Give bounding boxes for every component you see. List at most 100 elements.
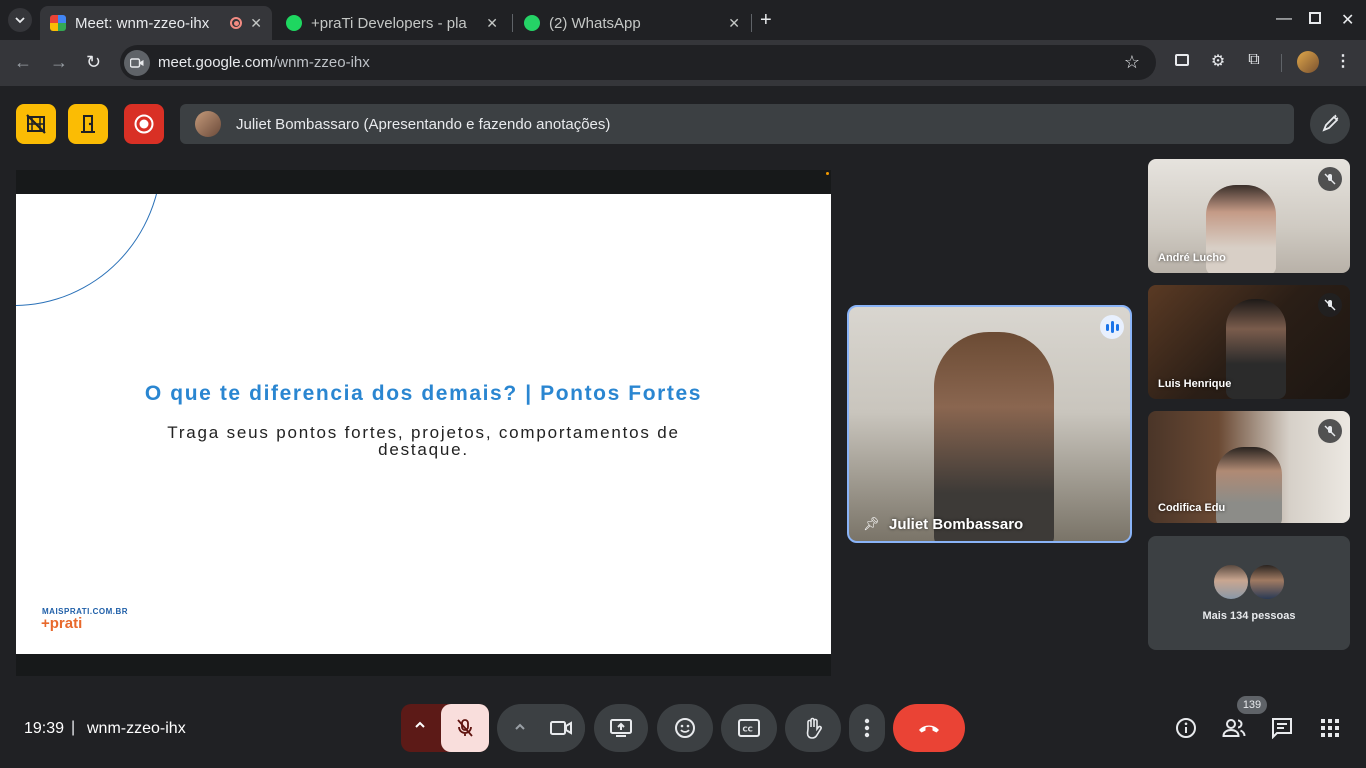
video-options-chevron-icon[interactable] (513, 720, 527, 739)
people-button[interactable] (1222, 716, 1246, 740)
prati-logo-text: +prati (41, 615, 83, 632)
audio-options-chevron-icon[interactable] (413, 718, 427, 737)
more-vert-icon (864, 718, 870, 738)
recording-indicator-icon (230, 17, 243, 29)
new-tab-button[interactable]: + (760, 9, 772, 32)
breakout-room-button[interactable] (68, 104, 108, 144)
meet-area: Juliet Bombassaro (Apresentando e fazend… (0, 86, 1366, 768)
captions-button[interactable]: CC (721, 704, 777, 752)
tab-divider (512, 14, 513, 32)
people-icon (1222, 719, 1246, 737)
tab-whatsapp[interactable]: (2) WhatsApp ✕ (514, 6, 750, 40)
audio-options-group (401, 704, 489, 752)
close-tab-icon[interactable]: ✕ (250, 15, 262, 32)
microphone-toggle-button[interactable] (441, 704, 489, 752)
presentation-stage[interactable]: O que te diferencia dos demais? | Pontos… (16, 170, 831, 676)
raise-hand-button[interactable] (785, 704, 841, 752)
record-icon (134, 114, 154, 134)
reload-icon[interactable]: ↻ (86, 52, 101, 73)
more-participants-tile[interactable]: Mais 134 pessoas (1148, 536, 1350, 650)
chevron-down-icon (15, 17, 25, 24)
participant-tile[interactable]: Codifica Edu (1148, 411, 1350, 523)
browser-toolbar: ← → ↻ meet.google.com/wnm-zzeo-ihx ☆ ⚙ ⧉… (0, 40, 1366, 86)
present-screen-icon (610, 719, 632, 737)
speaker-name: Juliet Bombassaro (889, 516, 1024, 533)
more-participants-label: Mais 134 pessoas (1202, 610, 1296, 622)
svg-text:CC: CC (743, 726, 753, 734)
annotate-button[interactable] (1310, 104, 1350, 144)
back-icon[interactable]: ← (14, 52, 32, 73)
site-info-icon[interactable] (124, 49, 150, 76)
info-icon (1176, 718, 1196, 738)
tab-title: +praTi Developers - pla (311, 14, 467, 32)
profile-avatar[interactable] (1297, 51, 1319, 73)
end-call-icon (919, 725, 939, 733)
close-tab-icon[interactable]: ✕ (486, 15, 498, 32)
mic-muted-icon (1318, 167, 1342, 191)
spotify-icon (286, 15, 302, 31)
video-options-group (497, 704, 585, 752)
close-window-icon[interactable]: ✕ (1341, 10, 1354, 30)
extension-gear-icon[interactable]: ⚙ (1208, 51, 1228, 71)
mic-muted-icon (1318, 419, 1342, 443)
google-meet-icon (50, 15, 66, 31)
more-menu-icon[interactable]: ⋮ (1333, 51, 1353, 71)
avatar (1248, 563, 1286, 601)
minimize-icon[interactable]: — (1276, 10, 1292, 28)
participant-count-badge: 139 (1237, 696, 1267, 714)
participant-video-figure (1226, 299, 1286, 399)
presentation-slide: O que te diferencia dos demais? | Pontos… (16, 194, 831, 654)
url-host: meet.google.com (158, 54, 274, 71)
avatar (1212, 563, 1250, 601)
bookmark-star-icon[interactable]: ☆ (1124, 52, 1140, 73)
tab-search-button[interactable] (8, 8, 32, 32)
forward-icon[interactable]: → (50, 52, 68, 73)
url-text: meet.google.com/wnm-zzeo-ihx (158, 54, 370, 71)
speaker-tile[interactable]: 📌︎ Juliet Bombassaro (847, 305, 1132, 543)
no-video-alert-button[interactable] (16, 104, 56, 144)
mic-off-icon (457, 719, 473, 737)
activities-button[interactable] (1318, 716, 1342, 740)
tab-spotify[interactable]: +praTi Developers - pla ✕ (276, 6, 508, 40)
speaker-video-figure (934, 332, 1054, 541)
slide-title: O que te diferencia dos demais? | Pontos… (144, 382, 703, 405)
participant-tile[interactable]: André Lucho (1148, 159, 1350, 273)
participant-video-figure (1216, 447, 1282, 523)
participant-name: André Lucho (1158, 252, 1226, 264)
video-camera-icon (550, 721, 572, 735)
chat-button[interactable] (1270, 716, 1294, 740)
chat-icon (1272, 718, 1292, 739)
laser-pointer-dot (826, 172, 829, 175)
mic-muted-icon (1318, 293, 1342, 317)
cast-icon[interactable] (1172, 51, 1192, 71)
participant-name: Luis Henrique (1158, 378, 1232, 390)
tab-title: Meet: wnm-zzeo-ihx (75, 14, 210, 32)
leave-call-button[interactable] (893, 704, 965, 752)
meeting-details-button[interactable] (1174, 716, 1198, 740)
more-options-button[interactable] (849, 704, 885, 752)
browser-tab-strip: Meet: wnm-zzeo-ihx ✕ +praTi Developers -… (0, 0, 1366, 40)
recording-button[interactable] (124, 104, 164, 144)
meeting-time: 19:39 (24, 720, 65, 737)
pen-icon (1322, 114, 1339, 132)
reactions-button[interactable] (657, 704, 713, 752)
emoji-icon (675, 718, 695, 738)
door-icon (81, 115, 95, 133)
film-off-icon (26, 114, 46, 134)
tab-meet[interactable]: Meet: wnm-zzeo-ihx ✕ (40, 6, 272, 40)
tab-title: (2) WhatsApp (549, 14, 641, 32)
presenter-banner-text: Juliet Bombassaro (Apresentando e fazend… (236, 115, 611, 133)
close-tab-icon[interactable]: ✕ (728, 15, 740, 32)
camera-icon (130, 57, 144, 68)
present-screen-button[interactable] (594, 704, 648, 752)
pin-icon[interactable]: 📌︎ (863, 516, 880, 532)
tab-divider (751, 14, 752, 32)
participant-tile[interactable]: Luis Henrique (1148, 285, 1350, 399)
presenter-banner: Juliet Bombassaro (Apresentando e fazend… (180, 104, 1294, 144)
camera-toggle-button[interactable] (537, 704, 585, 752)
extensions-puzzle-icon[interactable]: ⧉ (1244, 51, 1264, 71)
meeting-control-bar: 19:39 | wnm-zzeo-ihx CC 139 (0, 676, 1366, 768)
restore-icon[interactable] (1309, 12, 1321, 24)
address-bar[interactable]: meet.google.com/wnm-zzeo-ihx ☆ (120, 45, 1156, 80)
slide-decorative-arc (16, 194, 162, 306)
